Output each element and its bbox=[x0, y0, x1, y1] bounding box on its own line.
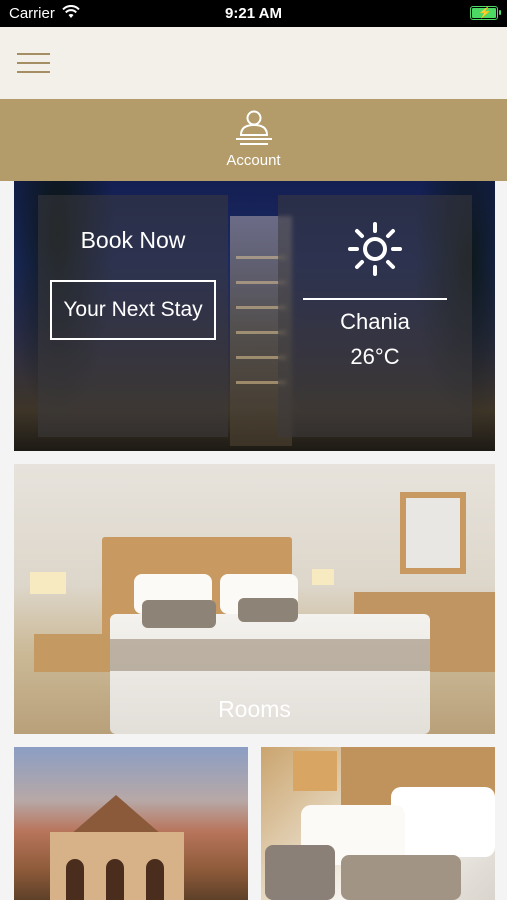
rooms-card[interactable]: Rooms bbox=[14, 464, 495, 734]
weather-divider bbox=[303, 298, 447, 300]
rooms-label: Rooms bbox=[218, 696, 291, 722]
weather-temperature: 26°C bbox=[350, 344, 400, 369]
clock: 9:21 AM bbox=[225, 5, 282, 22]
battery-charging-icon: ⚡ bbox=[470, 6, 501, 20]
book-now-title: Book Now bbox=[80, 227, 186, 253]
status-bar: Carrier 9:21 AM ⚡ bbox=[0, 0, 507, 27]
top-nav-bar bbox=[0, 27, 507, 99]
account-bar: Account bbox=[0, 99, 507, 181]
hamburger-menu-icon[interactable] bbox=[17, 53, 50, 75]
hero-banner: Book Now Your Next Stay Chania 26°C bbox=[14, 181, 495, 451]
account-label: Account bbox=[226, 152, 281, 169]
account-button[interactable]: Account bbox=[203, 109, 304, 175]
your-next-stay-button[interactable]: Your Next Stay bbox=[50, 280, 216, 340]
city-card[interactable] bbox=[14, 747, 248, 900]
room-detail-card[interactable] bbox=[261, 747, 495, 900]
user-icon bbox=[235, 110, 272, 145]
sun-icon bbox=[348, 222, 402, 276]
weather-city: Chania bbox=[340, 309, 410, 334]
